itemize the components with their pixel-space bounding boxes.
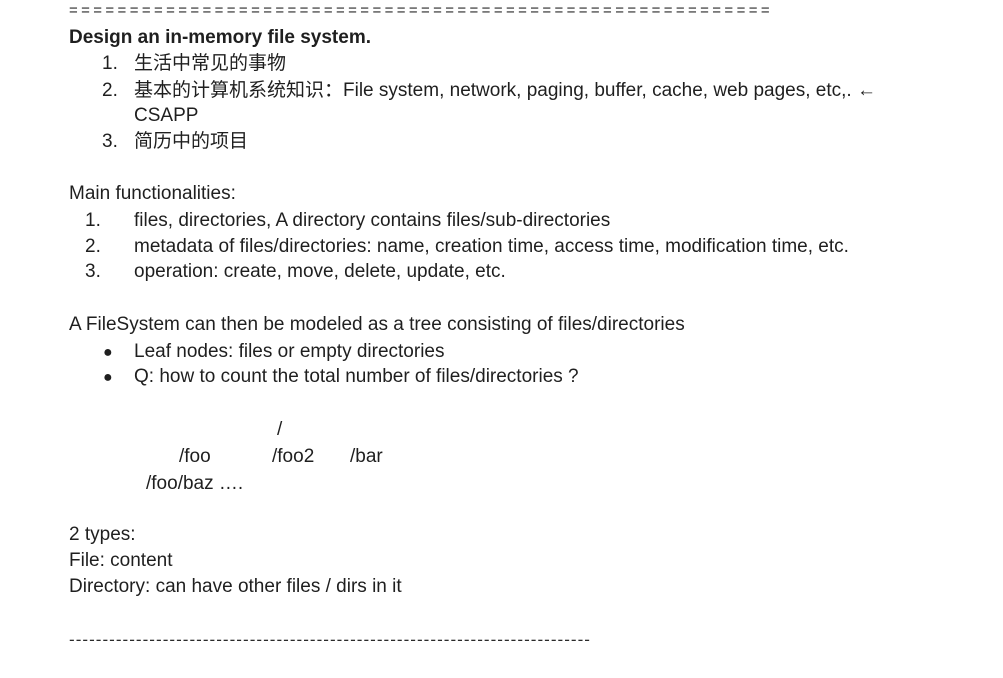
document-page: { "top_separator": "====================…: [0, 0, 1003, 678]
top-separator: ========================================…: [69, 2, 773, 19]
list-item: 生活中常见的事物: [134, 53, 287, 74]
document-title: Design an in-memory file system.: [69, 27, 371, 48]
list-number: 1.: [85, 210, 101, 231]
tree-node: /foo: [179, 446, 211, 467]
bottom-separator: ----------------------------------------…: [69, 630, 591, 649]
file-type-line: File: content: [69, 550, 173, 571]
bullet-icon: ●: [103, 369, 113, 386]
list-item-continuation: CSAPP: [134, 105, 199, 126]
list-item: 简历中的项目: [134, 131, 249, 152]
list-number: 1.: [102, 53, 118, 74]
bullet-icon: ●: [103, 344, 113, 361]
tree-node: /bar: [350, 446, 383, 467]
list-number: 2.: [85, 236, 101, 257]
list-item: metadata of files/directories: name, cre…: [134, 236, 849, 257]
list-item: operation: create, move, delete, update,…: [134, 261, 506, 282]
types-heading: 2 types:: [69, 524, 136, 545]
list-number: 2.: [102, 80, 118, 101]
list-number: 3.: [85, 261, 101, 282]
tree-model-intro: A FileSystem can then be modeled as a tr…: [69, 314, 685, 335]
tree-root: /: [277, 419, 283, 440]
functionalities-heading: Main functionalities:: [69, 183, 236, 204]
tree-node: /foo/baz ….: [146, 473, 244, 494]
list-number: 3.: [102, 131, 118, 152]
list-item: 基本的计算机系统知识：File system, network, paging,…: [134, 80, 876, 101]
directory-type-line: Directory: can have other files / dirs i…: [69, 576, 402, 597]
tree-node: /foo2: [272, 446, 315, 467]
list-item: files, directories, A directory contains…: [134, 210, 611, 231]
list-item: Leaf nodes: files or empty directories: [134, 341, 445, 362]
list-item: Q: how to count the total number of file…: [134, 366, 579, 387]
